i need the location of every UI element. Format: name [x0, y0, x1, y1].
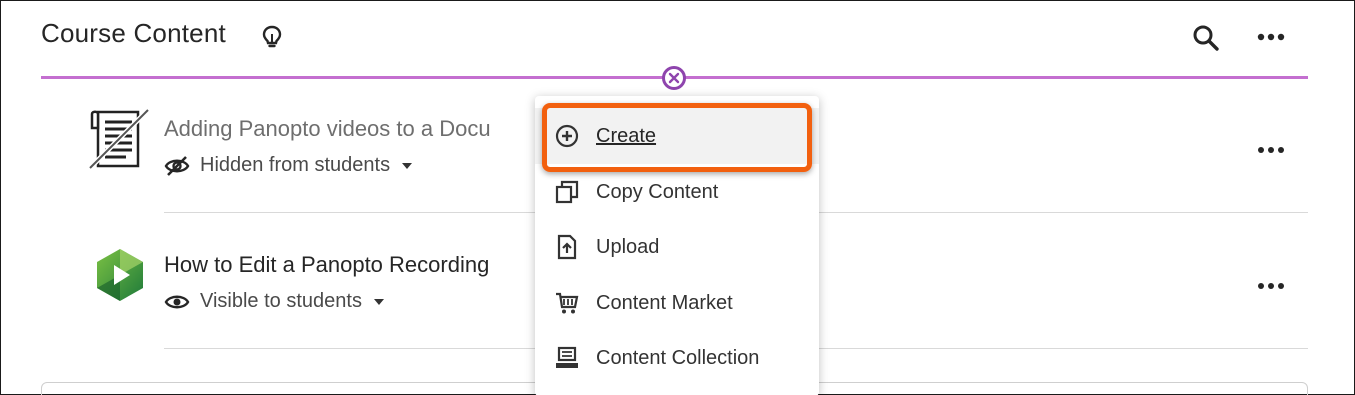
menu-item-label: Upload — [596, 235, 660, 258]
lightbulb-icon[interactable] — [260, 24, 284, 52]
item-title[interactable]: How to Edit a Panopto Recording — [164, 252, 534, 278]
menu-item-content-market[interactable]: Content Market — [535, 275, 819, 331]
menu-item-label: Create — [596, 124, 657, 147]
document-hidden-icon — [88, 108, 150, 170]
menu-item-label: Content Market — [596, 291, 733, 314]
menu-item-label: Copy Content — [596, 180, 719, 203]
cart-icon — [553, 289, 581, 317]
menu-item-label: Content Collection — [596, 346, 760, 369]
visibility-dropdown[interactable]: Visible to students — [164, 290, 384, 313]
eye-icon — [164, 295, 190, 308]
item-more-icon[interactable] — [1255, 274, 1287, 298]
close-circle-icon[interactable] — [662, 66, 686, 90]
eye-slash-icon — [164, 155, 190, 176]
menu-item-content-collection[interactable]: Content Collection — [535, 330, 819, 386]
menu-item-copy-content[interactable]: Copy Content — [535, 164, 819, 220]
item-more-icon[interactable] — [1255, 138, 1287, 162]
collection-icon — [553, 344, 581, 372]
menu-item-upload[interactable]: Upload — [535, 219, 819, 275]
more-horizontal-icon[interactable] — [1255, 24, 1287, 50]
visibility-dropdown[interactable]: Hidden from students — [164, 154, 413, 177]
add-content-menu: Create Copy Content Upload Content Marke… — [535, 96, 819, 395]
search-icon[interactable] — [1190, 22, 1222, 54]
copy-icon — [553, 178, 581, 206]
menu-item-create[interactable]: Create — [535, 108, 819, 164]
visibility-label: Hidden from students — [200, 154, 391, 176]
caret-down-icon — [402, 162, 413, 169]
page-title: Course Content — [41, 18, 226, 48]
upload-file-icon — [553, 233, 581, 261]
plus-circle-icon — [553, 122, 581, 150]
item-title[interactable]: Adding Panopto videos to a Docu — [164, 116, 534, 142]
visibility-label: Visible to students — [200, 290, 362, 312]
panopto-logo-icon — [97, 249, 143, 301]
caret-down-icon — [373, 298, 384, 305]
